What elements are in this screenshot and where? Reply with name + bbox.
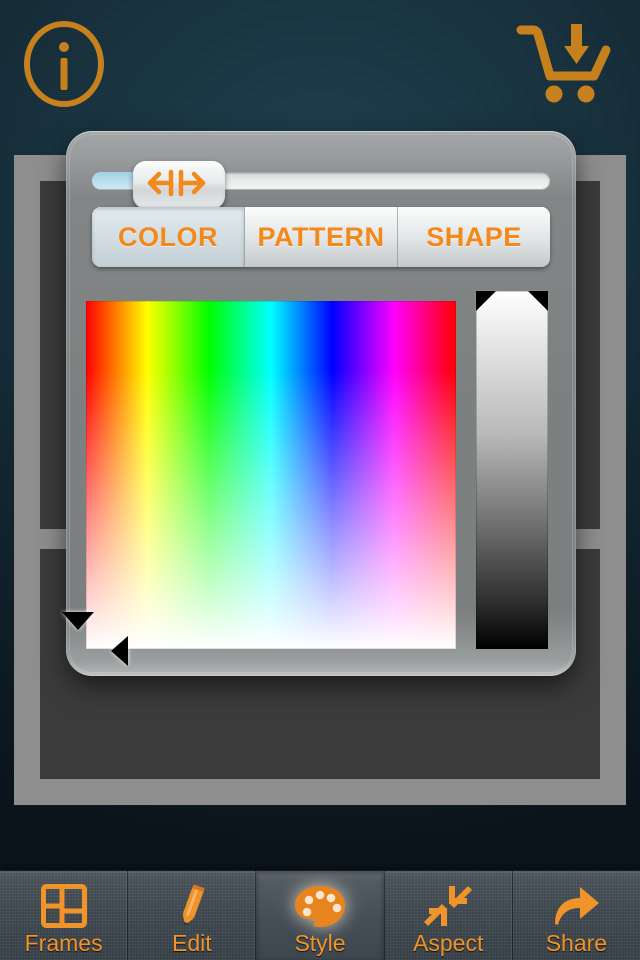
shopping-cart-download-icon[interactable] — [515, 18, 615, 110]
slider-handle[interactable] — [133, 161, 226, 209]
toolbar-label-edit: Edit — [171, 930, 212, 956]
tab-color[interactable]: COLOR — [92, 207, 245, 267]
palette-icon — [293, 883, 347, 929]
bottom-toolbar: Frames Edit Style Aspect Share — [0, 870, 640, 960]
toolbar-label-share: Share — [545, 930, 608, 956]
hue-saturation-field[interactable] — [86, 301, 456, 649]
toolbar-item-share[interactable]: Share — [513, 871, 640, 960]
brightness-marker-right[interactable] — [528, 291, 548, 311]
toolbar-item-style[interactable]: Style — [256, 871, 385, 960]
selection-marker-left[interactable] — [111, 636, 128, 666]
share-arrow-icon — [550, 883, 602, 929]
frames-grid-icon — [40, 883, 88, 929]
toolbar-item-aspect[interactable]: Aspect — [385, 871, 513, 960]
style-tab-group[interactable]: COLOR PATTERN SHAPE — [92, 207, 550, 267]
info-circle-icon[interactable] — [22, 20, 106, 108]
border-width-slider[interactable] — [92, 161, 550, 209]
toolbar-label-style: Style — [294, 930, 346, 956]
tab-pattern[interactable]: PATTERN — [245, 207, 398, 267]
shrink-arrows-icon — [424, 883, 473, 929]
brightness-marker-left[interactable] — [476, 291, 496, 311]
selection-marker-down[interactable] — [62, 612, 94, 630]
style-popup-panel: COLOR PATTERN SHAPE — [62, 131, 576, 676]
resize-horizontal-icon — [145, 168, 213, 203]
brightness-slider[interactable] — [476, 291, 548, 649]
pencil-icon — [170, 883, 214, 929]
toolbar-label-frames: Frames — [24, 930, 103, 956]
toolbar-item-frames[interactable]: Frames — [0, 871, 129, 960]
toolbar-item-edit[interactable]: Edit — [128, 871, 257, 960]
toolbar-label-aspect: Aspect — [413, 930, 484, 956]
top-bar — [0, 0, 640, 128]
tab-shape[interactable]: SHAPE — [398, 207, 550, 267]
